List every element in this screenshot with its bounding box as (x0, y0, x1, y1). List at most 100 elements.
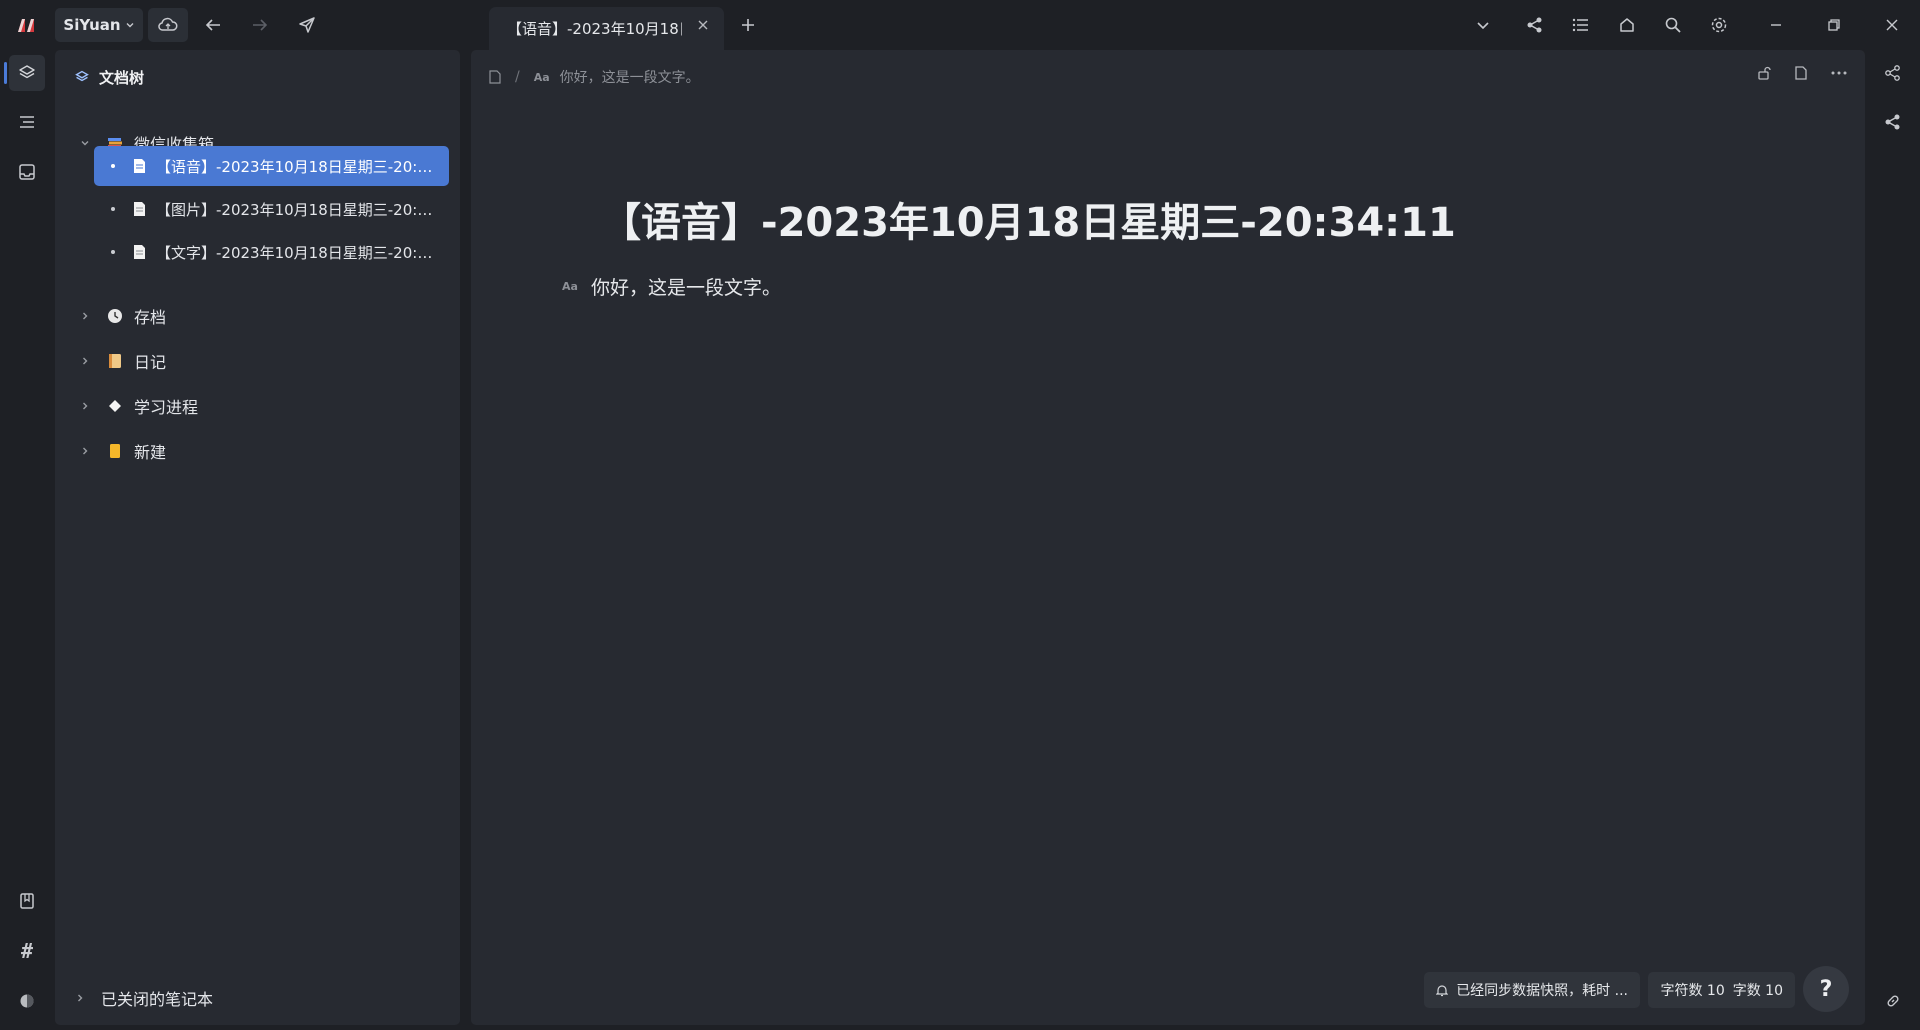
bell-icon (1436, 984, 1449, 997)
editor-toolbar (1757, 66, 1847, 80)
doc-item-text[interactable]: 【文字】-2023年10月18日星期三-20:34:11 (94, 232, 449, 272)
document-icon[interactable] (489, 70, 501, 84)
clock-emoji-icon (104, 305, 126, 327)
outline-dock-button[interactable] (9, 104, 45, 140)
chevron-right-icon[interactable] (76, 356, 94, 366)
bookmark-icon (18, 892, 36, 910)
outline-icon (18, 114, 36, 130)
graph-view-icon (1884, 64, 1902, 82)
siyuan-logo-icon[interactable] (16, 14, 38, 36)
right-dock (1865, 50, 1920, 1030)
paragraph-type-icon: Aa (533, 70, 550, 84)
bullet-dot (111, 164, 115, 168)
chevron-right-icon[interactable] (76, 446, 94, 456)
doc-info-icon[interactable] (1795, 66, 1807, 80)
sync-status[interactable]: 已经同步数据快照，耗时 ... (1424, 972, 1640, 1008)
doc-item-image[interactable]: 【图片】-2023年10月18日星期三-20:34:11 (94, 189, 449, 229)
paragraph-text[interactable]: 你好，这是一段文字。 (591, 273, 781, 300)
notebook-diary[interactable]: 日记 (76, 341, 166, 381)
tab-active-doc[interactable]: 【语音】-2023年10月18日星期三-20:34:11 (489, 7, 724, 50)
bullet-dot (111, 207, 115, 211)
tabs-dropdown-chevron-icon[interactable] (1472, 14, 1494, 36)
new-tab-plus-icon[interactable] (737, 14, 759, 36)
notebook-label: 日记 (134, 353, 167, 372)
top-toolbar: SiYuan 【语音】-2023年10月18日星期三-20:34:11 (0, 0, 1920, 50)
backlinks-dock-button[interactable] (1875, 983, 1911, 1019)
tab-title: 【语音】-2023年10月18日星期三-20:34:11 (507, 20, 682, 38)
char-count: 字符数 10 (1660, 983, 1725, 999)
tab-close-icon[interactable] (696, 18, 710, 32)
back-arrow-icon[interactable] (202, 14, 224, 36)
dark-mode-icon (19, 993, 35, 1009)
workspace-label: SiYuan (63, 16, 121, 34)
more-options-icon[interactable] (1831, 71, 1847, 75)
file-tree-header: 文档树 (75, 66, 144, 88)
doc-label: 【图片】-2023年10月18日星期三-20:34:11 (156, 200, 436, 219)
file-tree-dock-button[interactable] (9, 55, 45, 91)
breadcrumb-separator: / (515, 69, 520, 85)
file-tree-panel: 文档树 微信收集箱 【语音】-2023年10月18日星期三-20:34:11 【… (55, 50, 460, 1025)
layers-icon (75, 70, 89, 84)
hashtag-icon: # (20, 939, 34, 963)
inbox-icon (18, 163, 36, 181)
paragraph-type-icon[interactable]: Aa (562, 280, 578, 293)
minimize-window-icon[interactable] (1765, 14, 1787, 36)
send-icon[interactable] (295, 13, 319, 37)
tag-dock-button[interactable]: # (9, 933, 45, 969)
help-label: ? (1819, 976, 1833, 1002)
breadcrumb-item[interactable]: 你好，这是一段文字。 (560, 67, 700, 87)
link-icon (1885, 993, 1901, 1009)
chevron-right-icon[interactable] (76, 401, 94, 411)
chevron-down-icon[interactable] (76, 138, 94, 148)
bookmark-dock-button[interactable] (9, 883, 45, 919)
left-dock: # (0, 50, 55, 1030)
outline-list-icon[interactable] (1570, 14, 1592, 36)
folder-emoji-icon (104, 440, 126, 462)
doc-label: 【文字】-2023年10月18日星期三-20:34:11 (156, 243, 436, 262)
chevron-right-icon[interactable] (76, 311, 94, 321)
cloud-sync-button[interactable] (148, 8, 188, 42)
help-dock-button[interactable] (9, 983, 45, 1019)
global-graph-icon (1884, 113, 1902, 131)
forward-arrow-icon[interactable] (249, 14, 271, 36)
chevron-down-icon (125, 20, 135, 30)
document-icon (133, 158, 146, 174)
notebook-emoji-icon (104, 350, 126, 372)
sync-status-text: 已经同步数据快照，耗时 ... (1456, 983, 1628, 999)
notebook-new[interactable]: 新建 (76, 431, 166, 471)
workspace-button[interactable]: SiYuan (55, 8, 143, 42)
settings-gear-icon[interactable] (1708, 14, 1730, 36)
word-count-status: 字符数 10 字数 10 (1648, 972, 1795, 1008)
global-graph-dock-button[interactable] (1875, 104, 1911, 140)
inbox-dock-button[interactable] (9, 154, 45, 190)
notebook-archive[interactable]: 存档 (76, 296, 166, 336)
graph-share-icon[interactable] (1524, 14, 1546, 36)
help-button[interactable]: ? (1803, 966, 1849, 1012)
doc-item-voice[interactable]: 【语音】-2023年10月18日星期三-20:34:11 (94, 146, 449, 186)
notebook-label: 存档 (134, 308, 167, 327)
document-icon (133, 244, 146, 260)
document-title[interactable]: 【语音】-2023年10月18日星期三-20:34:11 (601, 190, 1456, 248)
closed-notebooks-toggle[interactable]: 已关闭的笔记本 (75, 978, 213, 1018)
cloud-sync-icon (158, 17, 178, 33)
bullet-dot (111, 250, 115, 254)
paragraph-block[interactable]: Aa 你好，这是一段文字。 (562, 271, 781, 301)
notebook-learning-progress[interactable]: 学习进程 (76, 386, 198, 426)
unlock-icon[interactable] (1757, 66, 1771, 80)
closed-notebooks-label: 已关闭的笔记本 (101, 990, 214, 1009)
chevron-right-icon (75, 993, 85, 1003)
editor-panel: / Aa 你好，这是一段文字。 【语音】-2023年10月18日星期三-20:3… (471, 50, 1865, 1025)
breadcrumb: / Aa 你好，这是一段文字。 (489, 66, 700, 88)
notebook-label: 学习进程 (134, 398, 199, 417)
word-count: 字数 10 (1732, 983, 1783, 999)
restore-window-icon[interactable] (1823, 14, 1845, 36)
graph-dock-button[interactable] (1875, 55, 1911, 91)
file-tree-title: 文档树 (99, 68, 145, 87)
dock-active-indicator (4, 62, 7, 84)
search-icon[interactable] (1662, 14, 1684, 36)
diamond-emoji-icon (104, 395, 126, 417)
plugin-icon[interactable] (1616, 14, 1638, 36)
doc-label: 【语音】-2023年10月18日星期三-20:34:11 (156, 157, 436, 176)
document-icon (133, 201, 146, 217)
close-window-icon[interactable] (1881, 14, 1903, 36)
